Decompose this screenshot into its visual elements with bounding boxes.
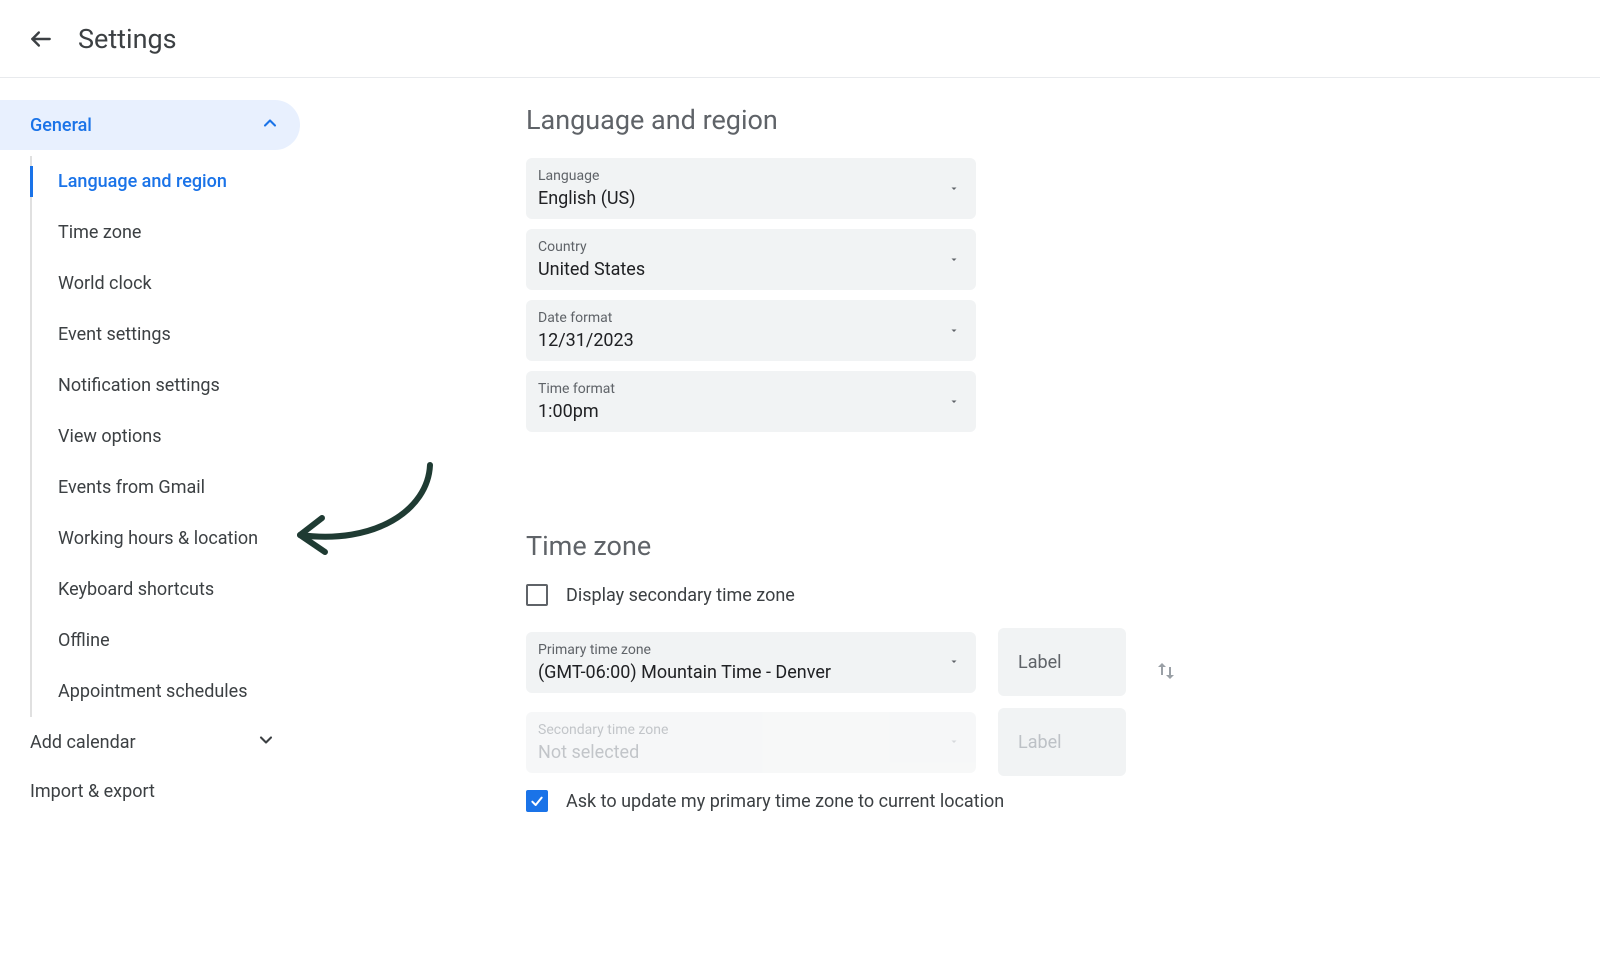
date-format-select[interactable]: Date format 12/31/2023 xyxy=(526,300,976,361)
checkbox-label: Ask to update my primary time zone to cu… xyxy=(566,791,1004,812)
caret-down-icon xyxy=(948,392,960,411)
time-format-select[interactable]: Time format 1:00pm xyxy=(526,371,976,432)
select-label: Time format xyxy=(538,381,960,397)
sidebar-item-label: Keyboard shortcuts xyxy=(58,579,214,600)
section-title-language-region: Language and region xyxy=(526,104,1600,136)
sidebar-sublist: Language and region Time zone World cloc… xyxy=(30,156,340,717)
secondary-timezone-select: Secondary time zone Not selected xyxy=(526,712,976,773)
select-value: 12/31/2023 xyxy=(538,330,960,351)
sidebar-item-label: Working hours & location xyxy=(58,528,258,549)
checkbox-label: Display secondary time zone xyxy=(566,585,795,606)
sidebar-section-label: Import & export xyxy=(30,781,155,802)
sidebar-item-view-options[interactable]: View options xyxy=(32,411,340,462)
caret-down-icon xyxy=(948,179,960,198)
chevron-up-icon xyxy=(260,113,280,138)
sidebar-item-label: View options xyxy=(58,426,162,447)
select-label: Country xyxy=(538,239,960,255)
select-value: United States xyxy=(538,259,960,280)
secondary-tz-checkbox[interactable] xyxy=(526,584,548,606)
caret-down-icon xyxy=(948,321,960,340)
sidebar-section-label: General xyxy=(30,115,92,136)
sidebar-item-label: Events from Gmail xyxy=(58,477,205,498)
sidebar-item-label: Language and region xyxy=(58,171,227,192)
sidebar-item-offline[interactable]: Offline xyxy=(32,615,340,666)
swap-timezones-icon xyxy=(1154,659,1178,683)
sidebar-item-label: Event settings xyxy=(58,324,171,345)
sidebar-item-label: Time zone xyxy=(58,222,141,243)
sidebar-section-add-calendar[interactable]: Add calendar xyxy=(0,717,300,768)
sidebar-item-label: Offline xyxy=(58,630,110,651)
select-value: English (US) xyxy=(538,188,960,209)
sidebar-item-label: World clock xyxy=(58,273,152,294)
sidebar-section-label: Add calendar xyxy=(30,732,136,753)
sidebar-item-keyboard-shortcuts[interactable]: Keyboard shortcuts xyxy=(32,564,340,615)
sidebar-item-appointment-schedules[interactable]: Appointment schedules xyxy=(32,666,340,717)
select-value: Not selected xyxy=(538,742,960,763)
sidebar-item-time-zone[interactable]: Time zone xyxy=(32,207,340,258)
select-value: (GMT-06:00) Mountain Time - Denver xyxy=(538,662,960,683)
secondary-tz-checkbox-row: Display secondary time zone xyxy=(526,584,1600,606)
select-label: Date format xyxy=(538,310,960,326)
sidebar-item-notification-settings[interactable]: Notification settings xyxy=(32,360,340,411)
select-value: 1:00pm xyxy=(538,401,960,422)
ask-update-tz-row: Ask to update my primary time zone to cu… xyxy=(526,790,1600,812)
select-label: Primary time zone xyxy=(538,642,960,658)
primary-tz-label-input[interactable]: Label xyxy=(998,628,1126,696)
sidebar: General Language and region Time zone Wo… xyxy=(0,96,340,834)
caret-down-icon xyxy=(948,250,960,269)
input-placeholder: Label xyxy=(1018,652,1062,673)
country-select[interactable]: Country United States xyxy=(526,229,976,290)
sidebar-item-world-clock[interactable]: World clock xyxy=(32,258,340,309)
sidebar-item-label: Notification settings xyxy=(58,375,220,396)
caret-down-icon xyxy=(948,653,960,672)
ask-update-tz-checkbox[interactable] xyxy=(526,790,548,812)
page-title: Settings xyxy=(78,23,177,55)
select-label: Secondary time zone xyxy=(538,722,960,738)
sidebar-item-label: Appointment schedules xyxy=(58,681,248,702)
sidebar-item-events-from-gmail[interactable]: Events from Gmail xyxy=(32,462,340,513)
app-header: Settings xyxy=(0,0,1600,78)
section-title-time-zone: Time zone xyxy=(526,530,1600,562)
chevron-down-icon xyxy=(256,730,276,755)
sidebar-item-language-region[interactable]: Language and region xyxy=(32,156,340,207)
select-label: Language xyxy=(538,168,960,184)
sidebar-item-working-hours-location[interactable]: Working hours & location xyxy=(32,513,340,564)
primary-timezone-select[interactable]: Primary time zone (GMT-06:00) Mountain T… xyxy=(526,632,976,693)
sidebar-item-event-settings[interactable]: Event settings xyxy=(32,309,340,360)
arrow-left-icon xyxy=(28,26,54,52)
main-content: Language and region Language English (US… xyxy=(340,96,1600,834)
caret-down-icon xyxy=(948,733,960,752)
secondary-tz-label-input: Label xyxy=(998,708,1126,776)
sidebar-section-general[interactable]: General xyxy=(0,100,300,150)
sidebar-section-import-export[interactable]: Import & export xyxy=(0,768,300,815)
back-button[interactable] xyxy=(28,26,54,52)
input-placeholder: Label xyxy=(1018,732,1062,753)
language-select[interactable]: Language English (US) xyxy=(526,158,976,219)
